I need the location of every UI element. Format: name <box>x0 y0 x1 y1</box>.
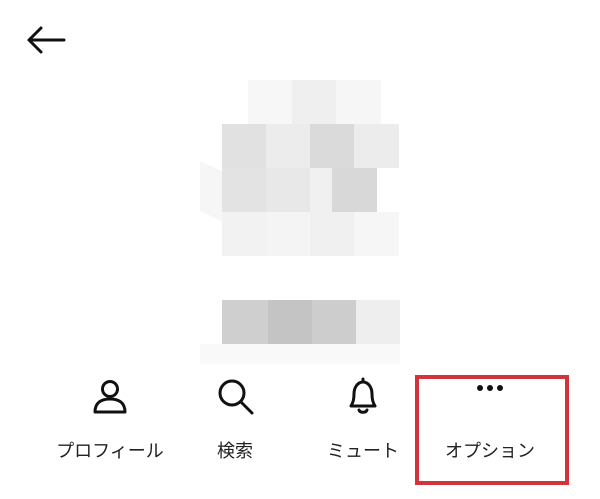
profile-name <box>200 296 400 368</box>
arrow-left-icon <box>27 26 66 54</box>
search-icon <box>213 374 257 418</box>
action-options[interactable]: オプション <box>430 366 550 491</box>
action-profile[interactable]: プロフィール <box>50 366 170 491</box>
action-label: オプション <box>445 441 535 462</box>
action-label: ミュート <box>327 441 399 462</box>
bell-icon <box>341 374 385 418</box>
profile-action-bar: プロフィール 検索 ミュート オプション <box>45 366 575 491</box>
person-icon <box>88 374 132 418</box>
more-horizontal-icon <box>468 374 512 418</box>
action-label: 検索 <box>217 441 253 462</box>
action-label: プロフィール <box>56 441 164 462</box>
back-button[interactable] <box>22 22 68 58</box>
action-mute[interactable]: ミュート <box>303 366 423 491</box>
action-search[interactable]: 検索 <box>175 366 295 491</box>
avatar <box>200 78 400 268</box>
